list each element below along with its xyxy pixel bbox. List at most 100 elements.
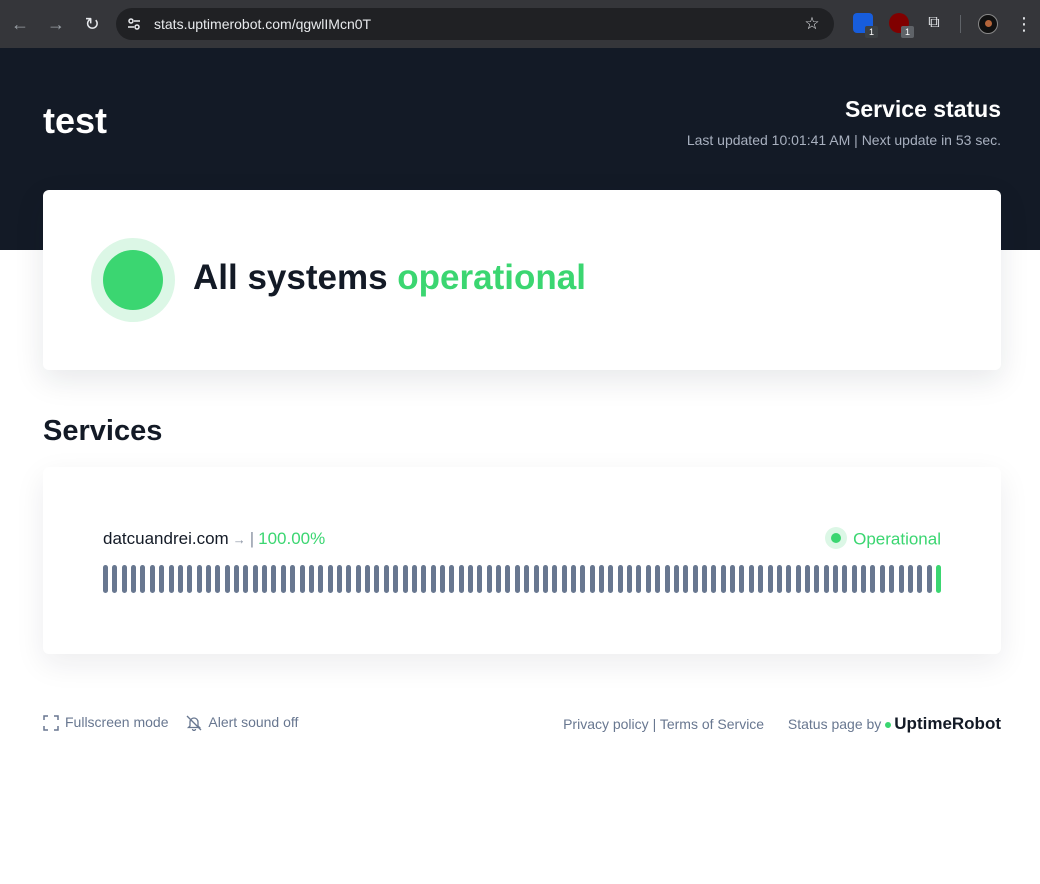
uptime-bar[interactable] xyxy=(570,565,576,593)
uptime-bar[interactable] xyxy=(196,565,202,593)
uptime-bar[interactable] xyxy=(430,565,436,593)
uptime-bar[interactable] xyxy=(402,565,408,593)
uptime-bar[interactable] xyxy=(767,565,773,593)
address-bar[interactable]: stats.uptimerobot.com/qgwlIMcn0T ☆ xyxy=(116,8,834,40)
extensions-puzzle-icon[interactable]: ⧉ xyxy=(924,13,944,33)
ublock-icon[interactable]: 1 xyxy=(889,13,914,38)
uptime-bar[interactable] xyxy=(580,565,586,593)
uptime-bar[interactable] xyxy=(140,565,146,593)
uptime-bar[interactable] xyxy=(177,565,183,593)
uptime-bar[interactable] xyxy=(889,565,895,593)
uptime-bar[interactable] xyxy=(224,565,230,593)
uptime-bar[interactable] xyxy=(121,565,127,593)
uptime-bar[interactable] xyxy=(421,565,427,593)
uptime-bar[interactable] xyxy=(262,565,268,593)
uptime-bar[interactable] xyxy=(346,565,352,593)
uptime-bar[interactable] xyxy=(327,565,333,593)
uptime-bar[interactable] xyxy=(711,565,717,593)
uptime-bar[interactable] xyxy=(168,565,174,593)
uptime-bar[interactable] xyxy=(449,565,455,593)
uptime-bar[interactable] xyxy=(439,565,445,593)
uptime-bar[interactable] xyxy=(355,565,361,593)
uptime-bar[interactable] xyxy=(477,565,483,593)
uptime-bar[interactable] xyxy=(458,565,464,593)
uptime-bar[interactable] xyxy=(617,565,623,593)
uptime-bar[interactable] xyxy=(393,565,399,593)
uptime-bar[interactable] xyxy=(496,565,502,593)
uptime-bar[interactable] xyxy=(720,565,726,593)
uptime-bar[interactable] xyxy=(411,565,417,593)
uptime-bar[interactable] xyxy=(234,565,240,593)
forward-arrow-icon[interactable]: → xyxy=(44,12,68,36)
uptime-bar[interactable] xyxy=(589,565,595,593)
uptime-bar[interactable] xyxy=(524,565,530,593)
uptime-bar[interactable] xyxy=(308,565,314,593)
uptime-bar[interactable] xyxy=(187,565,193,593)
uptime-bar[interactable] xyxy=(599,565,605,593)
uptime-bar[interactable] xyxy=(159,565,165,593)
site-settings-icon[interactable] xyxy=(126,16,142,32)
uptime-bar[interactable] xyxy=(149,565,155,593)
uptime-bar[interactable] xyxy=(627,565,633,593)
uptime-bar[interactable] xyxy=(936,565,941,593)
back-arrow-icon[interactable]: ← xyxy=(8,12,32,36)
url-text[interactable]: stats.uptimerobot.com/qgwlIMcn0T xyxy=(154,8,371,40)
uptime-bar[interactable] xyxy=(833,565,839,593)
uptime-bar[interactable] xyxy=(636,565,642,593)
uptime-bar[interactable] xyxy=(336,565,342,593)
uptime-bar[interactable] xyxy=(318,565,324,593)
uptime-bar[interactable] xyxy=(505,565,511,593)
uptime-bar[interactable] xyxy=(280,565,286,593)
alert-sound-toggle[interactable]: Alert sound off xyxy=(186,714,298,732)
uptime-bar[interactable] xyxy=(814,565,820,593)
profile-avatar[interactable] xyxy=(978,14,998,34)
uptime-bar[interactable] xyxy=(271,565,277,593)
uptime-bar[interactable] xyxy=(645,565,651,593)
uptime-bar[interactable] xyxy=(290,565,296,593)
uptime-bar[interactable] xyxy=(861,565,867,593)
uptime-bar[interactable] xyxy=(842,565,848,593)
monitor-name-link[interactable]: datcuandrei.com xyxy=(103,529,229,548)
uptime-bar[interactable] xyxy=(112,565,118,593)
uptime-bar[interactable] xyxy=(683,565,689,593)
uptime-bar[interactable] xyxy=(870,565,876,593)
uptime-bar[interactable] xyxy=(823,565,829,593)
uptime-bar[interactable] xyxy=(252,565,258,593)
uptime-bar[interactable] xyxy=(730,565,736,593)
uptime-bar[interactable] xyxy=(673,565,679,593)
uptime-bar[interactable] xyxy=(898,565,904,593)
uptime-bar[interactable] xyxy=(561,565,567,593)
uptime-bar[interactable] xyxy=(748,565,754,593)
browser-menu-icon[interactable]: ⋮ xyxy=(1014,12,1034,36)
uptime-bar[interactable] xyxy=(692,565,698,593)
uptime-bar[interactable] xyxy=(851,565,857,593)
uptimerobot-logo-link[interactable]: UptimeRobot xyxy=(894,714,1001,733)
reload-icon[interactable]: ↻ xyxy=(80,12,104,36)
uptime-bar[interactable] xyxy=(514,565,520,593)
uptime-bar[interactable] xyxy=(907,565,913,593)
terms-of-service-link[interactable]: Terms of Service xyxy=(660,716,764,732)
uptime-bar[interactable] xyxy=(374,565,380,593)
uptime-bar[interactable] xyxy=(552,565,558,593)
uptime-bar[interactable] xyxy=(926,565,932,593)
uptime-bar[interactable] xyxy=(739,565,745,593)
uptime-bar[interactable] xyxy=(103,565,108,593)
bookmark-star-icon[interactable]: ☆ xyxy=(802,14,822,34)
uptime-bar[interactable] xyxy=(383,565,389,593)
uptime-bar[interactable] xyxy=(131,565,137,593)
uptime-bar[interactable] xyxy=(243,565,249,593)
uptime-bar[interactable] xyxy=(365,565,371,593)
uptime-bar[interactable] xyxy=(879,565,885,593)
uptime-bar[interactable] xyxy=(804,565,810,593)
arrow-right-icon[interactable]: → xyxy=(233,532,246,547)
uptime-bar[interactable] xyxy=(702,565,707,593)
uptime-bar[interactable] xyxy=(664,565,670,593)
uptime-bar[interactable] xyxy=(468,565,474,593)
uptime-bar[interactable] xyxy=(786,565,792,593)
uptime-bar[interactable] xyxy=(776,565,782,593)
uptime-bar[interactable] xyxy=(215,565,221,593)
uptime-bar[interactable] xyxy=(758,565,764,593)
bitwarden-icon[interactable]: 1 xyxy=(853,13,878,38)
uptime-bar[interactable] xyxy=(205,565,211,593)
uptime-bar[interactable] xyxy=(533,565,539,593)
